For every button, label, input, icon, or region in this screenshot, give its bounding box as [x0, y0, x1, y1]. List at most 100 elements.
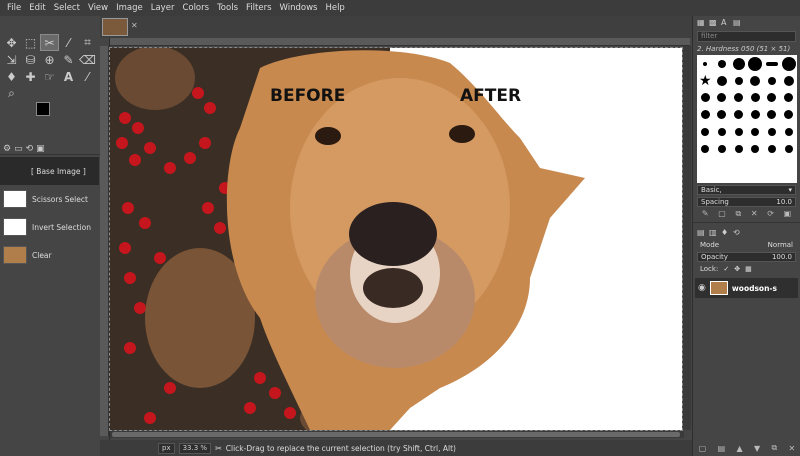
- vertical-scrollbar[interactable]: [683, 46, 691, 430]
- menu-layer[interactable]: Layer: [147, 3, 179, 13]
- brush-swatch[interactable]: [734, 76, 743, 85]
- paths-tab-icon[interactable]: ♦: [721, 228, 731, 237]
- brush-swatch[interactable]: ★: [699, 73, 712, 89]
- brush-swatch[interactable]: [781, 56, 796, 71]
- lock-pixels-icon[interactable]: ✓: [723, 265, 729, 273]
- opacity-slider[interactable]: Opacity 100.0: [697, 252, 796, 262]
- brush-grid[interactable]: ★: [697, 55, 797, 183]
- scissors-select-icon[interactable]: ✂: [40, 34, 59, 51]
- close-icon[interactable]: ✕: [131, 21, 138, 30]
- brush-swatch[interactable]: [784, 144, 793, 153]
- brush-swatch[interactable]: [784, 110, 794, 119]
- tool-options-tab-icon[interactable]: ⚙: [3, 144, 11, 154]
- brush-swatch[interactable]: [784, 93, 794, 102]
- foreground-color[interactable]: [36, 102, 50, 116]
- layer-item[interactable]: ◉ woodson-s: [695, 278, 798, 298]
- images-tab-icon[interactable]: ▣: [36, 144, 45, 154]
- new-brush-icon[interactable]: ▢: [718, 209, 726, 219]
- channels-tab-icon[interactable]: ▥: [709, 228, 719, 237]
- brushes-tab-icon[interactable]: ▦: [697, 18, 707, 27]
- paintbrush-icon[interactable]: ✎: [59, 51, 78, 68]
- text-icon[interactable]: A: [59, 68, 78, 85]
- new-group-icon[interactable]: ▤: [718, 444, 726, 453]
- brush-swatch[interactable]: [765, 61, 778, 66]
- brush-swatch[interactable]: [700, 93, 710, 102]
- brush-swatch[interactable]: [767, 127, 776, 136]
- clone-icon[interactable]: ⊕: [40, 51, 59, 68]
- undo-history-tab-icon[interactable]: ⟲: [26, 144, 34, 154]
- brush-swatch[interactable]: [767, 110, 777, 119]
- menu-edit[interactable]: Edit: [25, 3, 49, 13]
- paths-icon[interactable]: ♦: [2, 68, 21, 85]
- lock-alpha-icon[interactable]: ▦: [745, 265, 752, 273]
- visibility-eye-icon[interactable]: ◉: [698, 283, 706, 293]
- fonts-tab-icon[interactable]: A: [721, 18, 731, 27]
- color-picker-icon[interactable]: ⁄: [78, 68, 97, 85]
- brush-swatch[interactable]: [717, 93, 727, 102]
- crop-icon[interactable]: ⌗: [78, 34, 97, 51]
- brush-swatch[interactable]: [751, 144, 760, 153]
- move-icon[interactable]: ✥: [2, 34, 21, 51]
- brush-swatch[interactable]: [750, 110, 760, 119]
- menu-image[interactable]: Image: [112, 3, 147, 13]
- brush-swatch[interactable]: [783, 75, 794, 86]
- horizontal-scrollbar[interactable]: [110, 431, 684, 438]
- device-status-tab-icon[interactable]: ▭: [14, 144, 23, 154]
- menu-select[interactable]: Select: [50, 3, 84, 13]
- brush-swatch[interactable]: [701, 127, 710, 136]
- brush-swatch[interactable]: [701, 144, 710, 153]
- zoom-select[interactable]: 33.3 %: [178, 442, 212, 454]
- brush-filter-input[interactable]: filter: [697, 31, 796, 42]
- refresh-brushes-icon[interactable]: ⟳: [767, 209, 774, 219]
- history-item[interactable]: Invert Selection: [0, 213, 99, 241]
- brush-swatch[interactable]: [767, 93, 777, 102]
- menu-help[interactable]: Help: [321, 3, 348, 13]
- menu-filters[interactable]: Filters: [242, 3, 275, 13]
- brush-swatch[interactable]: [716, 75, 727, 86]
- brush-swatch[interactable]: [734, 93, 744, 102]
- brush-swatch[interactable]: [734, 127, 743, 136]
- spacing-slider[interactable]: Spacing 10.0: [697, 197, 796, 207]
- undo-tab-icon[interactable]: ⟲: [733, 228, 743, 237]
- brush-swatch[interactable]: [717, 127, 726, 136]
- layer-mode-select[interactable]: Mode Normal: [697, 240, 796, 250]
- scrollbar-thumb[interactable]: [112, 432, 680, 437]
- image-tab-thumbnail[interactable]: [102, 18, 128, 36]
- brush-swatch[interactable]: [748, 56, 763, 71]
- history-item[interactable]: Clear: [0, 241, 99, 269]
- brush-swatch[interactable]: [767, 144, 776, 153]
- unit-select[interactable]: px: [158, 442, 175, 454]
- menu-windows[interactable]: Windows: [276, 3, 322, 13]
- lower-layer-icon[interactable]: ▼: [754, 444, 760, 453]
- raise-layer-icon[interactable]: ▲: [736, 444, 742, 453]
- brush-swatch[interactable]: [734, 110, 744, 119]
- brush-swatch[interactable]: [750, 75, 761, 86]
- brush-swatch[interactable]: [703, 61, 708, 66]
- image-canvas[interactable]: BEFORE AFTER: [109, 47, 683, 431]
- brush-swatch[interactable]: [784, 127, 793, 136]
- open-as-image-icon[interactable]: ▣: [784, 209, 792, 219]
- menu-colors[interactable]: Colors: [178, 3, 213, 13]
- smudge-icon[interactable]: ☞: [40, 68, 59, 85]
- patterns-tab-icon[interactable]: ▩: [709, 18, 719, 27]
- rect-select-icon[interactable]: ⬚: [21, 34, 40, 51]
- heal-icon[interactable]: ✚: [21, 68, 40, 85]
- menu-file[interactable]: File: [3, 3, 25, 13]
- eraser-icon[interactable]: ⌫: [78, 51, 97, 68]
- gradients-tab-icon[interactable]: ▤: [733, 18, 743, 27]
- brush-swatch[interactable]: [750, 93, 760, 102]
- new-layer-icon[interactable]: ▢: [699, 444, 707, 453]
- lock-position-icon[interactable]: ✥: [734, 265, 740, 273]
- color-swatches[interactable]: [36, 102, 62, 128]
- delete-layer-icon[interactable]: ✕: [789, 444, 796, 453]
- brush-preset-select[interactable]: Basic, ▾: [697, 185, 796, 195]
- transform-icon[interactable]: ⇲: [2, 51, 21, 68]
- history-item[interactable]: [ Base Image ]: [0, 157, 99, 185]
- brush-swatch[interactable]: [732, 57, 745, 70]
- brush-swatch[interactable]: [717, 144, 726, 153]
- zoom-icon[interactable]: ⌕: [2, 85, 21, 102]
- brush-swatch[interactable]: [700, 110, 710, 119]
- menu-view[interactable]: View: [84, 3, 112, 13]
- brush-swatch[interactable]: [734, 144, 743, 153]
- edit-brush-icon[interactable]: ✎: [702, 209, 709, 219]
